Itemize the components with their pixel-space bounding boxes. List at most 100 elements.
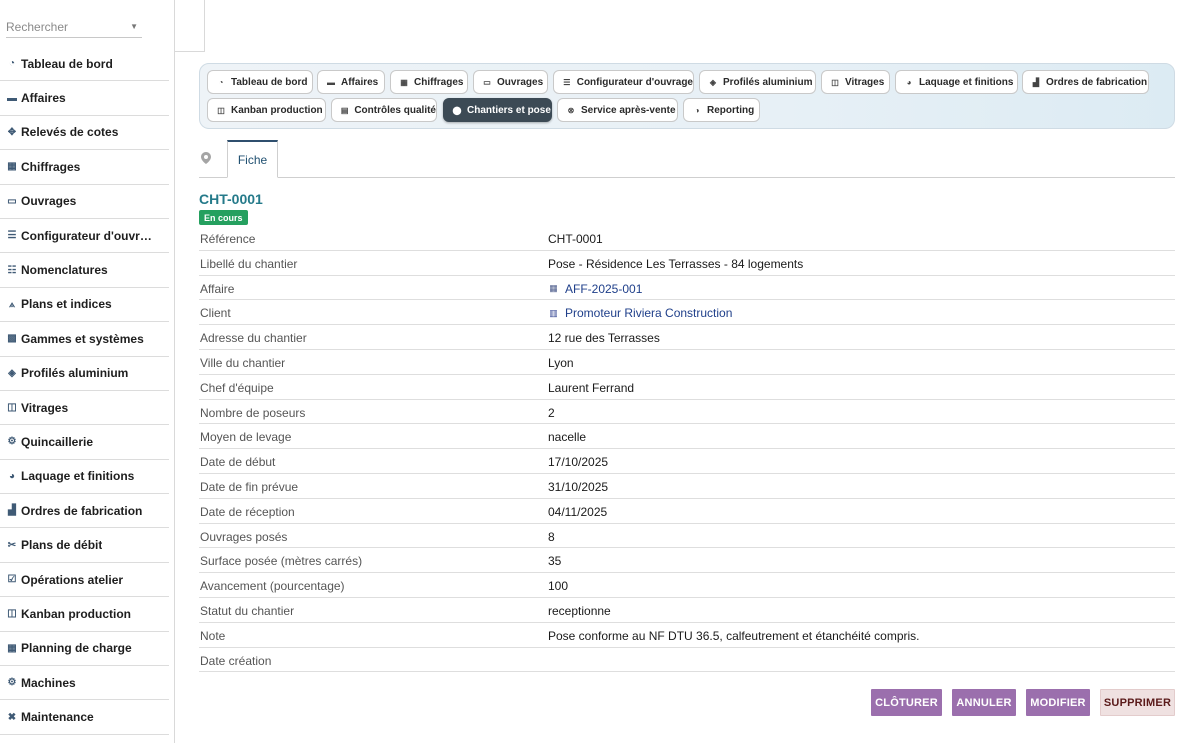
field-value-text: Lyon	[548, 355, 574, 370]
search-select[interactable]: Rechercher ▼	[6, 17, 142, 38]
field-row: Note Pose conforme au NF DTU 36.5, calfeu…	[199, 623, 1175, 648]
sidebar-item[interactable]: ▦ Planning de charge	[0, 632, 169, 667]
edit-button[interactable]: MODIFIER	[1026, 689, 1090, 716]
field-row: Libellé du chantier Pose - Résidence Les …	[199, 251, 1175, 276]
module-tab[interactable]: ◔ Tableau de bord	[207, 70, 313, 94]
field-row: Surface posée (mètres carrés) 35	[199, 548, 1175, 574]
module-tab[interactable]: ◑ Reporting	[683, 98, 760, 122]
sidebar-item[interactable]: ☰ Configurateur d'ouvr…	[0, 219, 169, 254]
field-value: 17/10/2025	[548, 455, 608, 469]
building-icon: ▥	[549, 307, 558, 318]
sidebar-item-label: Gammes et systèmes	[21, 331, 144, 346]
field-label: Note	[200, 628, 226, 643]
field-row: Ouvrages posés 8	[199, 524, 1175, 549]
field-label: Ville du chantier	[200, 355, 286, 370]
map-pin-icon[interactable]	[201, 152, 211, 167]
field-value-text: 8	[548, 529, 555, 544]
sidebar-item[interactable]: ⚙ Machines	[0, 666, 169, 701]
module-tab-label: Ordres de fabrication	[1046, 76, 1148, 88]
module-tab[interactable]: ◕ Laquage et finitions	[895, 70, 1018, 94]
sidebar-item[interactable]: ▬ Affaires	[0, 81, 169, 116]
module-tab[interactable]: ◫ Kanban production	[207, 98, 326, 122]
sidebar-item[interactable]: ⚙ Quincaillerie	[0, 425, 169, 460]
field-value: Pose - Résidence Les Terrasses - 84 loge…	[548, 257, 803, 271]
delete-button[interactable]: SUPPRIMER	[1100, 689, 1175, 716]
sidebar-item-label: Profilés aluminium	[21, 366, 129, 381]
close-button[interactable]: CLÔTURER	[871, 689, 942, 716]
sidebar-item[interactable]: ◫ Vitrages	[0, 391, 169, 426]
field-value-text: Pose conforme au NF DTU 36.5, calfeutrem…	[548, 628, 920, 643]
field-link[interactable]: ▦ AFF-2025-001	[548, 282, 642, 296]
chevron-down-icon[interactable]: ▼	[130, 22, 138, 31]
sidebar-item-label: Relevés de cotes	[21, 125, 119, 140]
sidebar-item[interactable]: ✥ Relevés de cotes	[0, 116, 169, 151]
sidebar-item[interactable]: ▦ Chiffrages	[0, 150, 169, 185]
grid-icon: ▩	[7, 333, 17, 345]
layers-icon: ◈	[709, 77, 717, 87]
field-row: Date création	[199, 648, 1175, 673]
layers-icon: ◈	[8, 367, 16, 379]
tab-fiche[interactable]: Fiche	[227, 140, 278, 178]
module-tab[interactable]: ▬ Affaires	[317, 70, 385, 94]
sidebar-item[interactable]: ▭ Ouvrages	[0, 185, 169, 219]
gears-icon: ⚙	[7, 436, 17, 448]
module-tab-label: Profilés aluminium	[723, 76, 813, 88]
sidebar-item[interactable]: ☑ Opérations atelier	[0, 563, 169, 598]
module-tab[interactable]: ▦ Chiffrages	[390, 70, 468, 94]
sliders-icon: ☰	[7, 230, 17, 242]
sidebar-item[interactable]: ◫ Kanban production	[0, 597, 169, 632]
field-label: Ouvrages posés	[200, 529, 288, 544]
module-tab[interactable]: ◫ Vitrages	[821, 70, 890, 94]
module-tab-label: Vitrages	[845, 76, 885, 88]
sidebar-item[interactable]: ◔ Tableau de bord	[0, 47, 169, 82]
module-tab[interactable]: ▟ Ordres de fabrication	[1022, 70, 1149, 94]
field-value: 35	[548, 554, 561, 568]
field-row: Date de réception 04/11/2025	[199, 499, 1175, 524]
field-link[interactable]: ▥ Promoteur Riviera Construction	[548, 306, 732, 320]
status-badge: En cours	[199, 210, 248, 225]
field-value-text: 2	[548, 405, 555, 420]
window-icon: ▭	[483, 77, 491, 87]
module-tab[interactable]: ▭ Ouvrages	[473, 70, 548, 94]
sidebar-item-label: Ordres de fabrication	[21, 503, 143, 518]
module-tab[interactable]: ▤ Contrôles qualité	[331, 98, 437, 122]
app-window: Rechercher ▼ ◔ Tableau de bord ▬ Affaires ✥ R…	[0, 0, 1200, 743]
field-value: CHT-0001	[548, 232, 603, 246]
sidebar-item[interactable]: ▟ Ordres de fabrication	[0, 494, 169, 529]
module-tab[interactable]: ◈ Profilés aluminium	[699, 70, 816, 94]
search-placeholder: Rechercher	[6, 20, 69, 34]
calendar-icon: ▦	[7, 642, 17, 654]
module-tab[interactable]: ⬤ Chantiers et pose	[443, 98, 552, 122]
calculator-icon: ▦	[7, 161, 17, 173]
sidebar-item[interactable]: ◈ Profilés aluminium	[0, 357, 169, 391]
sidebar-item-label: Plans et indices	[21, 297, 112, 312]
module-tab-label: Kanban production	[231, 104, 323, 116]
module-tab-label: Laquage et finitions	[919, 76, 1014, 88]
kanban-icon: ◫	[7, 608, 17, 620]
dashboard-icon: ◔	[8, 58, 16, 70]
module-tab[interactable]: ⊗ Service après-vente	[557, 98, 678, 122]
cancel-button[interactable]: ANNULER	[952, 689, 1016, 716]
sidebar-item[interactable]: ▩ Gammes et systèmes	[0, 322, 169, 357]
field-value-text: 17/10/2025	[548, 455, 609, 470]
module-tab[interactable]: ☰ Configurateur d'ouvrage	[553, 70, 694, 94]
field-row: Statut du chantier receptionne	[199, 598, 1175, 623]
sidebar-item[interactable]: ✂ Plans de débit	[0, 528, 169, 563]
sidebar-item-label: Kanban production	[21, 606, 131, 621]
field-label: Adresse du chantier	[200, 331, 307, 346]
record-tabs: Fiche	[199, 140, 1175, 178]
sidebar-item-label: Configurateur d'ouvr…	[21, 228, 152, 243]
lifebuoy-icon: ⊗	[567, 105, 575, 115]
palette-icon: ◕	[906, 77, 912, 87]
field-value-text: 12 rue des Terrasses	[548, 331, 660, 346]
field-label: Avancement (pourcentage)	[200, 579, 345, 594]
sidebar-nav: ◔ Tableau de bord ▬ Affaires ✥ Relevés de cot…	[0, 47, 169, 735]
sidebar-item[interactable]: ✖ Maintenance	[0, 700, 169, 735]
field-value-text: receptionne	[548, 603, 611, 618]
sidebar-item[interactable]: ⟑ Plans et indices	[0, 288, 169, 323]
field-row: Moyen de levage nacelle	[199, 424, 1175, 450]
field-value: 31/10/2025	[548, 480, 608, 494]
sidebar-item[interactable]: ☷ Nomenclatures	[0, 253, 169, 288]
sidebar-item[interactable]: ◕ Laquage et finitions	[0, 460, 169, 495]
field-value-text: 100	[548, 579, 569, 594]
